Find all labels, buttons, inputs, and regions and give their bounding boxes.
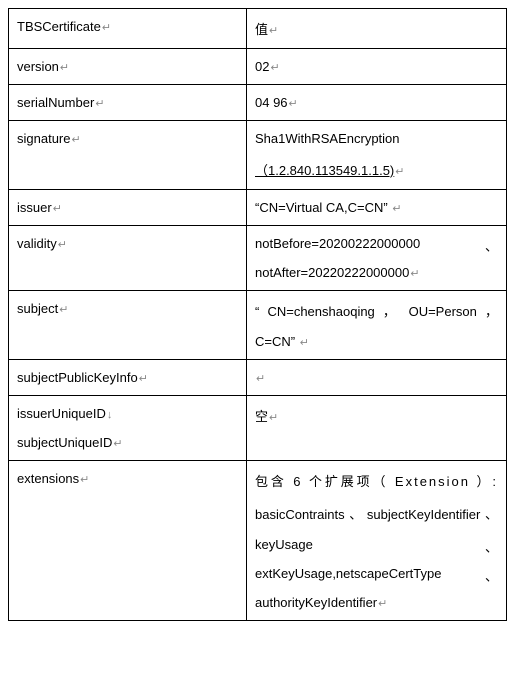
trailing-separator: 、 (485, 537, 498, 556)
header-cell-key: TBSCertificate↵ (9, 9, 247, 49)
value-text-line2: notAfter=20220222000000 (255, 265, 409, 280)
table-row: signature↵ Sha1WithRSAEncryption （1.2.84… (9, 121, 507, 190)
trailing-separator: 、 (485, 566, 498, 585)
table-row-header: TBSCertificate↵ 值↵ (9, 9, 507, 49)
cell-val-issuer: “CN=Virtual CA,C=CN” ↵ (247, 190, 507, 226)
cell-val-uniqueids: 空↵ (247, 396, 507, 461)
table-row: subjectPublicKeyInfo↵ ↵ (9, 360, 507, 396)
table-row: serialNumber↵ 04 96↵ (9, 85, 507, 121)
paragraph-mark-icon: ↵ (59, 304, 68, 316)
cell-key-extensions: extensions↵ (9, 461, 247, 621)
table-row: issuer↵ “CN=Virtual CA,C=CN” ↵ (9, 190, 507, 226)
paragraph-mark-icon: ↵ (289, 98, 298, 110)
table-body: TBSCertificate↵ 值↵ version↵ 02↵ serialNu… (9, 9, 507, 621)
value-text-line3: keyUsage (255, 537, 313, 552)
value-text-line2: basicContraints、subjectKeyIdentifier、 (255, 507, 498, 522)
cell-val-serialnumber: 04 96↵ (247, 85, 507, 121)
value-text-line1: “ CN=chenshaoqing ， OU=Person ， (255, 304, 498, 319)
value-text: 空 (255, 409, 268, 424)
cell-val-validity: notBefore=20200222000000 、 notAfter=20220… (247, 226, 507, 291)
key-text: validity (17, 236, 57, 251)
cell-val-extensions: 包含 6 个扩展项（ Extension ）: basicContraints、… (247, 461, 507, 621)
paragraph-mark-icon: ↵ (270, 62, 279, 74)
paragraph-mark-icon: ↵ (80, 474, 89, 486)
cell-key-validity: validity↵ (9, 226, 247, 291)
header-cell-value: 值↵ (247, 9, 507, 49)
key-text: serialNumber (17, 95, 94, 110)
paragraph-mark-icon: ↵ (300, 337, 309, 349)
paragraph-mark-icon: ↵ (60, 62, 69, 74)
value-text-line2: （1.2.840.113549.1.1.5) (255, 163, 394, 178)
paragraph-mark-icon: ↵ (102, 22, 111, 34)
cell-val-version: 02↵ (247, 49, 507, 85)
header-value-text: 值 (255, 22, 268, 37)
key-text: issuer (17, 200, 52, 215)
value-text: “CN=Virtual CA,C=CN” (255, 200, 388, 215)
value-text-line5: authorityKeyIdentifier (255, 595, 377, 610)
key-text: signature (17, 131, 70, 146)
cell-val-subjectpublickeyinfo: ↵ (247, 360, 507, 396)
value-text-line1: notBefore=20200222000000 (255, 236, 420, 251)
paragraph-mark-icon: ↵ (392, 203, 401, 215)
key-text: subject (17, 301, 58, 316)
paragraph-mark-icon: ↵ (410, 268, 419, 280)
cell-key-uniqueids: issuerUniqueID↓ subjectUniqueID↵ (9, 396, 247, 461)
key-text: version (17, 59, 59, 74)
key-text-issueruniqueid: issuerUniqueID (17, 406, 106, 421)
table-row: version↵ 02↵ (9, 49, 507, 85)
table-row: issuerUniqueID↓ subjectUniqueID↵ 空↵ (9, 396, 507, 461)
paragraph-mark-icon: ↵ (269, 25, 278, 37)
header-key-text: TBSCertificate (17, 19, 101, 34)
cell-key-version: version↵ (9, 49, 247, 85)
key-text: subjectPublicKeyInfo (17, 370, 138, 385)
cell-val-subject: “ CN=chenshaoqing ， OU=Person ， C=CN” ↵ (247, 291, 507, 360)
value-text: 02 (255, 59, 269, 74)
paragraph-mark-icon: ↵ (378, 598, 387, 610)
cell-key-issuer: issuer↵ (9, 190, 247, 226)
key-text-subjectuniqueid: subjectUniqueID (17, 435, 112, 450)
paragraph-mark-icon: ↵ (113, 438, 122, 450)
tbscertificate-table: TBSCertificate↵ 值↵ version↵ 02↵ serialNu… (8, 8, 507, 621)
value-text-line2: C=CN” (255, 334, 295, 349)
downarrow-mark-icon: ↓ (107, 409, 113, 421)
paragraph-mark-icon: ↵ (53, 203, 62, 215)
paragraph-mark-icon: ↵ (269, 412, 278, 424)
paragraph-mark-icon: ↵ (256, 373, 265, 385)
table-row: extensions↵ 包含 6 个扩展项（ Extension ）: basi… (9, 461, 507, 621)
table-row: validity↵ notBefore=20200222000000、 notA… (9, 226, 507, 291)
value-text-line1: Sha1WithRSAEncryption (255, 131, 400, 146)
cell-key-serialnumber: serialNumber↵ (9, 85, 247, 121)
key-text: extensions (17, 471, 79, 486)
paragraph-mark-icon: ↵ (95, 98, 104, 110)
cell-key-subjectpublickeyinfo: subjectPublicKeyInfo↵ (9, 360, 247, 396)
value-text-line1: 包含 6 个扩展项（ Extension ）: (255, 474, 498, 489)
paragraph-mark-icon: ↵ (395, 166, 404, 178)
value-text: 04 96 (255, 95, 288, 110)
trailing-separator: 、 (485, 236, 498, 255)
cell-key-subject: subject↵ (9, 291, 247, 360)
cell-val-signature: Sha1WithRSAEncryption （1.2.840.113549.1.… (247, 121, 507, 190)
table-row: subject↵ “ CN=chenshaoqing ， OU=Person ，… (9, 291, 507, 360)
value-text-line4: extKeyUsage,netscapeCertType (255, 566, 441, 581)
paragraph-mark-icon: ↵ (139, 373, 148, 385)
paragraph-mark-icon: ↵ (71, 134, 80, 146)
paragraph-mark-icon: ↵ (58, 239, 67, 251)
cell-key-signature: signature↵ (9, 121, 247, 190)
